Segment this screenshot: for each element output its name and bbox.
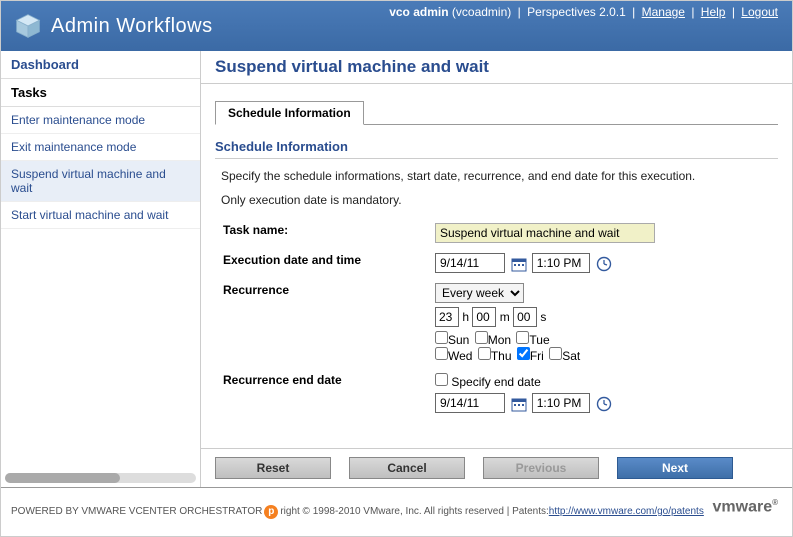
header-user-bar: vco admin (vcoadmin) | Perspectives 2.0.… <box>389 5 778 19</box>
seconds-input[interactable] <box>513 307 537 327</box>
sidebar-task-list: Enter maintenance mode Exit maintenance … <box>1 107 200 229</box>
cancel-button[interactable]: Cancel <box>349 457 465 479</box>
specify-end-label: Specify end date <box>451 375 540 389</box>
app-header: Admin Workflows vco admin (vcoadmin) | P… <box>1 1 792 51</box>
tab-schedule-information[interactable]: Schedule Information <box>215 101 364 125</box>
day-thu-checkbox[interactable] <box>478 347 491 360</box>
username-bold: vco admin <box>389 5 448 19</box>
label-s: s <box>540 310 546 324</box>
day-sat-label: Sat <box>562 349 580 363</box>
end-time-input[interactable] <box>532 393 590 413</box>
sidebar: Dashboard Tasks Enter maintenance mode E… <box>1 51 201 487</box>
footer-powered: POWERED BY VMWARE VCENTER ORCHESTRATOR <box>11 506 262 517</box>
label-recurrence-end: Recurrence end date <box>217 369 427 417</box>
help-text-2: Only execution date is mandatory. <box>221 193 778 207</box>
label-task-name: Task name: <box>217 219 427 247</box>
day-fri-checkbox[interactable] <box>517 347 530 360</box>
label-h: h <box>462 310 469 324</box>
label-exec-datetime: Execution date and time <box>217 249 427 277</box>
day-thu-label: Thu <box>491 349 512 363</box>
day-mon-checkbox[interactable] <box>475 331 488 344</box>
patents-link[interactable]: http://www.vmware.com/go/patents <box>549 506 704 517</box>
sidebar-tasks-heading[interactable]: Tasks <box>1 79 200 107</box>
previous-button[interactable]: Previous <box>483 457 599 479</box>
next-button[interactable]: Next <box>617 457 733 479</box>
sidebar-scrollbar[interactable] <box>5 473 196 483</box>
minutes-input[interactable] <box>472 307 496 327</box>
manage-link[interactable]: Manage <box>642 5 685 19</box>
logout-link[interactable]: Logout <box>741 5 778 19</box>
main-area: Dashboard Tasks Enter maintenance mode E… <box>1 51 792 487</box>
footer: POWERED BY VMWARE VCENTER ORCHESTRATOR p… <box>1 487 792 535</box>
content-pane: Suspend virtual machine and wait Schedul… <box>201 51 792 487</box>
page-title: Suspend virtual machine and wait <box>201 51 792 84</box>
day-fri-label: Fri <box>530 349 544 363</box>
hours-input[interactable] <box>435 307 459 327</box>
reset-button[interactable]: Reset <box>215 457 331 479</box>
day-tue-checkbox[interactable] <box>516 331 529 344</box>
clock-icon[interactable] <box>595 255 613 273</box>
day-sun-label: Sun <box>448 333 469 347</box>
cube-icon <box>15 13 41 39</box>
day-tue-label: Tue <box>529 333 549 347</box>
recurrence-select[interactable]: Every week <box>435 283 524 303</box>
exec-date-input[interactable] <box>435 253 505 273</box>
section-heading: Schedule Information <box>215 139 778 159</box>
day-sat-checkbox[interactable] <box>549 347 562 360</box>
sidebar-item-suspend-vm[interactable]: Suspend virtual machine and wait <box>1 161 200 202</box>
footer-copyright: right © 1998-2010 VMware, Inc. All right… <box>280 506 548 517</box>
calendar-icon[interactable] <box>510 255 528 273</box>
tab-row: Schedule Information <box>215 100 778 125</box>
content-inner: Schedule Information Schedule Informatio… <box>201 84 792 448</box>
form-table: Task name: Execution date and time <box>215 217 778 419</box>
perspectives-label: Perspectives 2.0.1 <box>527 5 626 19</box>
app-title: Admin Workflows <box>51 15 213 38</box>
sidebar-item-exit-maintenance[interactable]: Exit maintenance mode <box>1 134 200 161</box>
calendar-icon[interactable] <box>510 395 528 413</box>
day-mon-label: Mon <box>488 333 511 347</box>
label-recurrence: Recurrence <box>217 279 427 367</box>
username-paren: (vcoadmin) <box>452 5 511 19</box>
sidebar-scroll-thumb[interactable] <box>5 473 120 483</box>
specify-end-checkbox[interactable] <box>435 373 448 386</box>
help-text-1: Specify the schedule informations, start… <box>221 169 778 183</box>
end-date-input[interactable] <box>435 393 505 413</box>
day-sun-checkbox[interactable] <box>435 331 448 344</box>
clock-icon[interactable] <box>595 395 613 413</box>
day-wed-checkbox[interactable] <box>435 347 448 360</box>
days-row: Sun Mon Tue Wed Thu Fri Sat <box>435 331 770 363</box>
button-bar: Reset Cancel Previous Next <box>201 448 792 487</box>
copyright-icon: p <box>264 505 278 519</box>
sidebar-dashboard[interactable]: Dashboard <box>1 51 200 79</box>
label-m: m <box>500 310 510 324</box>
exec-time-input[interactable] <box>532 253 590 273</box>
vmware-logo: vmware® <box>713 498 779 516</box>
sidebar-item-enter-maintenance[interactable]: Enter maintenance mode <box>1 107 200 134</box>
task-name-input[interactable] <box>435 223 655 243</box>
day-wed-label: Wed <box>448 349 472 363</box>
sidebar-item-start-vm[interactable]: Start virtual machine and wait <box>1 202 200 229</box>
help-link[interactable]: Help <box>701 5 726 19</box>
